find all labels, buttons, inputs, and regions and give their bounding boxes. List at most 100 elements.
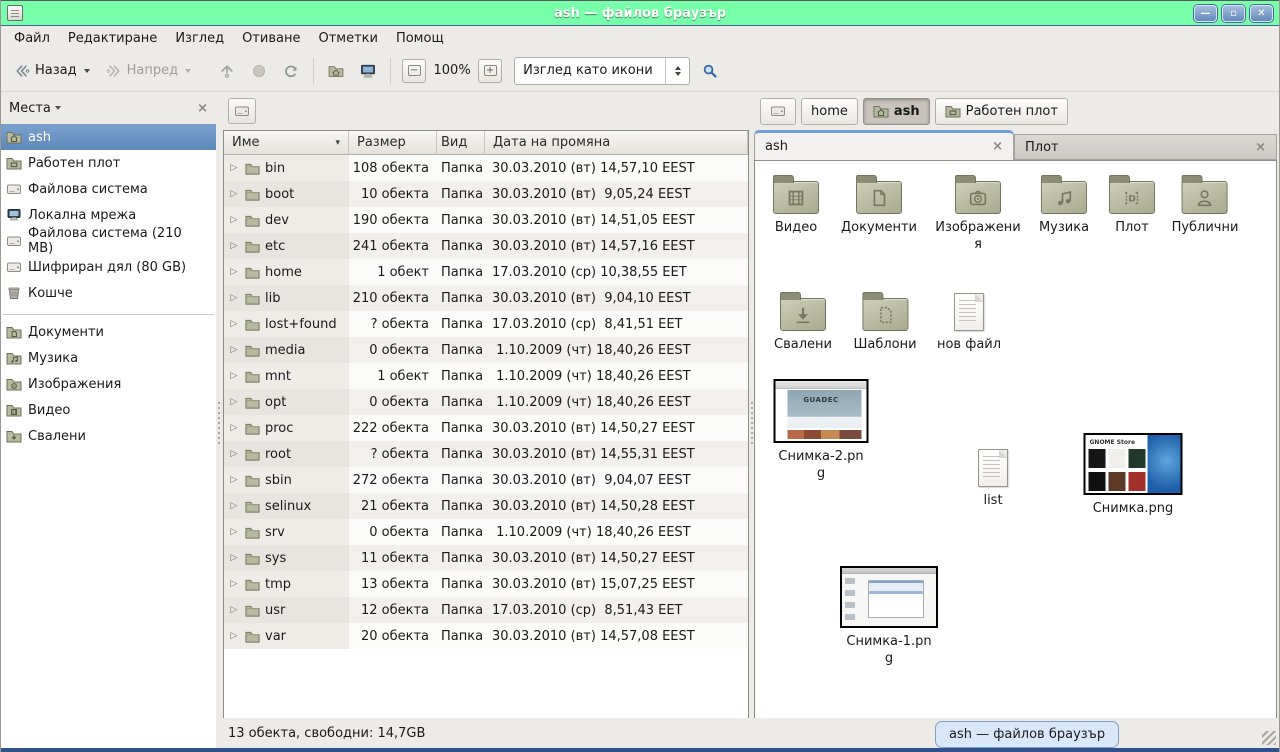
computer-button[interactable] [355, 59, 381, 83]
expander-icon[interactable]: ▷ [228, 163, 240, 173]
breadcrumb-button[interactable]: ash [863, 98, 930, 125]
window-control-button[interactable]: ▫ [1222, 5, 1245, 22]
expander-icon[interactable]: ▷ [228, 397, 240, 407]
back-button[interactable]: Назад [9, 59, 95, 83]
expander-icon[interactable]: ▷ [228, 345, 240, 355]
table-row[interactable]: ▷ tmp 13 обекта Папка 30.03.2010 (вт) 15… [224, 571, 748, 597]
table-row[interactable]: ▷ dev 190 обекта Папка 30.03.2010 (вт) 1… [224, 207, 748, 233]
search-button[interactable] [702, 63, 718, 79]
resize-grip[interactable] [1262, 731, 1276, 745]
tab[interactable]: Плот × [1014, 134, 1277, 160]
table-row[interactable]: ▷ home 1 обект Папка 17.03.2010 (ср) 10,… [224, 259, 748, 285]
expander-icon[interactable]: ▷ [228, 241, 240, 251]
sidebar-item[interactable]: Файлова система (210 MB) [1, 228, 216, 254]
file-item[interactable]: Изображения [935, 174, 1021, 253]
expander-icon[interactable]: ▷ [228, 527, 240, 537]
expander-icon[interactable]: ▷ [228, 267, 240, 277]
expander-icon[interactable]: ▷ [228, 553, 240, 563]
sidebar-item[interactable]: Видео [1, 397, 216, 423]
forward-dropdown-caret[interactable] [185, 69, 191, 73]
table-row[interactable]: ▷ usr 12 обекта Папка 17.03.2010 (ср) 8,… [224, 597, 748, 623]
home-button[interactable] [323, 59, 349, 83]
places-label[interactable]: Места [9, 101, 51, 116]
table-row[interactable]: ▷ media 0 обекта Папка 1.10.2009 (чт) 18… [224, 337, 748, 363]
breadcrumb-button[interactable]: home [801, 98, 858, 125]
menu-item[interactable]: Редактиране [59, 28, 166, 49]
file-item[interactable]: GUADEC Снимка-2.png [774, 379, 869, 482]
filesystem-root-button[interactable] [228, 98, 256, 124]
expander-icon[interactable]: ▷ [228, 423, 240, 433]
expander-icon[interactable]: ▷ [228, 631, 240, 641]
sidebar-item[interactable]: Файлова система [1, 176, 216, 202]
table-row[interactable]: ▷ boot 10 обекта Папка 30.03.2010 (вт) 9… [224, 181, 748, 207]
breadcrumb-button[interactable] [760, 98, 796, 125]
tab-close-icon[interactable]: × [992, 139, 1003, 154]
table-row[interactable]: ▷ proc 222 обекта Папка 30.03.2010 (вт) … [224, 415, 748, 441]
table-row[interactable]: ▷ mnt 1 обект Папка 1.10.2009 (чт) 18,40… [224, 363, 748, 389]
expander-icon[interactable]: ▷ [228, 371, 240, 381]
file-item[interactable]: нов файл [937, 291, 1001, 353]
view-mode-spinner[interactable] [665, 58, 689, 84]
file-item[interactable]: list [978, 447, 1008, 509]
zoom-in-button[interactable]: + [478, 59, 502, 83]
file-item[interactable]: Документи [841, 174, 917, 236]
menu-item[interactable]: Изглед [166, 28, 233, 49]
column-header-size[interactable]: Размер [349, 131, 437, 155]
sidebar-item[interactable]: Свалени [1, 423, 216, 449]
sidebar-item[interactable]: Работен плот [1, 150, 216, 176]
sidebar-item[interactable]: Музика [1, 345, 216, 371]
table-row[interactable]: ▷ sbin 272 обекта Папка 30.03.2010 (вт) … [224, 467, 748, 493]
forward-button[interactable]: Напред [101, 59, 196, 83]
tab[interactable]: ash × [754, 130, 1014, 160]
table-row[interactable]: ▷ var 20 обекта Папка 30.03.2010 (вт) 14… [224, 623, 748, 649]
file-item[interactable]: Шаблони [853, 291, 916, 353]
table-row[interactable]: ▷ sys 11 обекта Папка 30.03.2010 (вт) 14… [224, 545, 748, 571]
sidebar-item[interactable]: Изображения [1, 371, 216, 397]
expander-icon[interactable]: ▷ [228, 189, 240, 199]
up-button[interactable] [214, 59, 240, 83]
reload-button[interactable] [278, 59, 304, 83]
menu-item[interactable]: Помощ [387, 28, 453, 49]
stop-button[interactable] [246, 59, 272, 83]
file-item[interactable]: Публични [1172, 174, 1239, 236]
menu-item[interactable]: Отиване [233, 28, 309, 49]
column-header-date[interactable]: Дата на промяна [485, 131, 748, 155]
table-row[interactable]: ▷ opt 0 обекта Папка 1.10.2009 (чт) 18,4… [224, 389, 748, 415]
table-row[interactable]: ▷ selinux 21 обекта Папка 30.03.2010 (вт… [224, 493, 748, 519]
places-caret-icon[interactable] [55, 106, 61, 110]
back-dropdown-caret[interactable] [84, 69, 90, 73]
sidebar-item[interactable]: Локална мрежа [1, 202, 216, 228]
file-item[interactable]: GNOME Store Снимка.png [1084, 433, 1183, 517]
view-mode-select[interactable]: Изглед като икони [514, 57, 690, 85]
sidebar-item[interactable]: Документи [1, 319, 216, 345]
expander-icon[interactable]: ▷ [228, 605, 240, 615]
expander-icon[interactable]: ▷ [228, 579, 240, 589]
sidebar-item[interactable]: Кошче [1, 280, 216, 306]
pane-splitter-left[interactable] [216, 92, 223, 748]
file-item[interactable]: Плот [1109, 174, 1155, 236]
menu-item[interactable]: Отметки [309, 28, 386, 49]
window-control-button[interactable]: ✕ [1250, 5, 1273, 22]
sidebar-item[interactable]: ash [1, 124, 216, 150]
file-item[interactable]: Музика [1039, 174, 1089, 236]
table-row[interactable]: ▷ srv 0 обекта Папка 1.10.2009 (чт) 18,4… [224, 519, 748, 545]
expander-icon[interactable]: ▷ [228, 449, 240, 459]
titlebar[interactable]: ash — файлов браузър —▫✕ [1, 0, 1279, 26]
table-row[interactable]: ▷ lost+found ? обекта Папка 17.03.2010 (… [224, 311, 748, 337]
sidebar-close-button[interactable]: × [197, 101, 208, 116]
expander-icon[interactable]: ▷ [228, 475, 240, 485]
expander-icon[interactable]: ▷ [228, 293, 240, 303]
tab-close-icon[interactable]: × [1255, 140, 1266, 155]
icon-view[interactable]: Видео Документи [754, 160, 1277, 748]
file-item[interactable]: Снимка-1.png [840, 566, 938, 667]
table-row[interactable]: ▷ root ? обекта Папка 30.03.2010 (вт) 14… [224, 441, 748, 467]
expander-icon[interactable]: ▷ [228, 215, 240, 225]
file-item[interactable]: Свалени [774, 291, 832, 353]
sidebar-item[interactable]: Шифриран дял (80 GB) [1, 254, 216, 280]
table-row[interactable]: ▷ etc 241 обекта Папка 30.03.2010 (вт) 1… [224, 233, 748, 259]
expander-icon[interactable]: ▷ [228, 501, 240, 511]
window-control-button[interactable]: — [1194, 5, 1217, 22]
table-row[interactable]: ▷ lib 210 обекта Папка 30.03.2010 (вт) 9… [224, 285, 748, 311]
menu-item[interactable]: Файл [5, 28, 59, 49]
zoom-out-button[interactable]: − [402, 59, 426, 83]
